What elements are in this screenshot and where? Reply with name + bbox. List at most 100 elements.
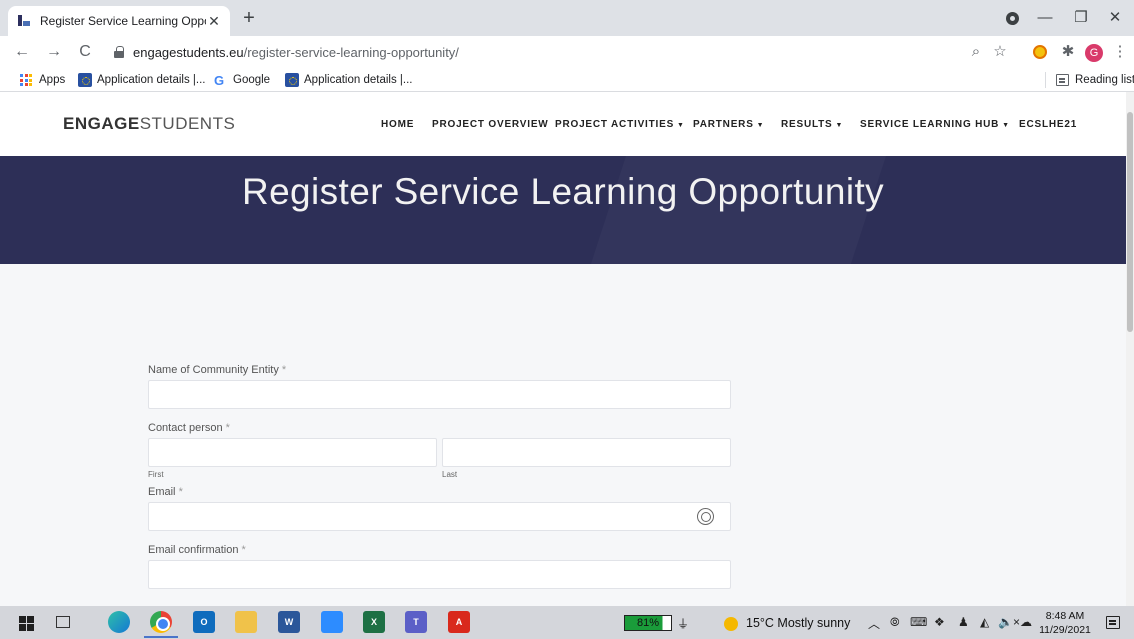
window-close-button[interactable]: ✕ xyxy=(1100,6,1130,30)
extensions-puzzle-icon[interactable]: ✱ xyxy=(1056,40,1080,64)
eu-flag-icon xyxy=(285,73,299,87)
task-view-icon[interactable] xyxy=(56,616,70,628)
wifi-icon[interactable]: ◭ xyxy=(980,615,989,629)
bookmark-label: Application details |... xyxy=(304,74,413,86)
bookmark-label: Application details |... xyxy=(97,74,206,86)
dropdown-caret-icon: ▼ xyxy=(835,122,844,129)
required-asterisk: * xyxy=(225,422,230,434)
bookmark-apps-label: Apps xyxy=(39,74,66,86)
browser-toolbar: ← → C engagestudents.eu/register-service… xyxy=(0,36,1134,68)
page-scrollbar[interactable] xyxy=(1126,92,1134,606)
nav-label: HOME xyxy=(381,119,415,130)
tab-close-icon[interactable]: ✕ xyxy=(206,13,222,30)
acrobat-reader-icon[interactable]: A xyxy=(448,611,470,633)
weather-sun-icon[interactable] xyxy=(724,617,738,631)
entity-name-label: Name of Community Entity * xyxy=(148,364,287,376)
lock-icon xyxy=(114,46,124,58)
nav-project-activities[interactable]: PROJECT ACTIVITIES ▼ xyxy=(555,119,685,130)
chrome-browser-icon[interactable] xyxy=(150,611,172,633)
tray-app-icon[interactable]: ⦾ xyxy=(890,615,900,630)
profile-avatar[interactable]: G xyxy=(1082,40,1106,64)
windows-taskbar: O W X T A 81% ⏚ 15°C Mostly sunny ︿ ⦾ ⌨ … xyxy=(0,606,1134,639)
weather-text[interactable]: 15°C Mostly sunny xyxy=(746,616,850,630)
contact-person-label: Contact person * xyxy=(148,422,230,434)
first-name-sublabel: First xyxy=(148,470,164,479)
google-icon: G xyxy=(214,72,225,88)
site-header: ENGAGESTUDENTS HOME PROJECT OVERVIEW PRO… xyxy=(0,92,1126,156)
nav-home[interactable]: HOME xyxy=(381,119,414,130)
password-manager-icon[interactable] xyxy=(697,508,714,525)
dropbox-icon[interactable]: ❖ xyxy=(934,615,945,629)
bookmark-google[interactable]: G Google xyxy=(214,71,270,89)
url-path: /register-service-learning-opportunity/ xyxy=(243,44,459,60)
site-logo[interactable]: ENGAGESTUDENTS xyxy=(63,114,235,134)
browser-tab-strip: Register Service Learning Opport ✕ + — ❐… xyxy=(0,0,1134,36)
site-favicon-icon xyxy=(16,13,32,29)
scrollbar-thumb[interactable] xyxy=(1127,112,1133,332)
teams-icon[interactable]: T xyxy=(405,611,427,633)
dropdown-caret-icon: ▼ xyxy=(1002,122,1010,129)
tray-keyboard-icon[interactable]: ⌨ xyxy=(910,615,927,629)
required-asterisk: * xyxy=(281,364,287,376)
nav-ecslhe21[interactable]: ECSLHE21 xyxy=(1019,119,1077,130)
forward-arrow-icon[interactable]: → xyxy=(42,40,66,64)
tray-expand-icon[interactable]: ︿ xyxy=(868,615,880,632)
browser-tab[interactable]: Register Service Learning Opport ✕ xyxy=(8,6,230,36)
bookmark-application-details-1[interactable]: Application details |... xyxy=(78,71,205,89)
entity-name-input[interactable] xyxy=(148,380,731,409)
required-asterisk: * xyxy=(241,544,246,556)
dropdown-caret-icon: ▼ xyxy=(756,122,765,129)
battery-indicator[interactable]: 81% xyxy=(624,615,672,631)
zoom-app-icon[interactable] xyxy=(321,611,343,633)
media-control-icon[interactable] xyxy=(1006,12,1019,25)
onedrive-cloud-icon[interactable]: ☁ xyxy=(1020,615,1032,629)
page-hero-banner: Register Service Learning Opportunity xyxy=(0,156,1126,264)
nav-results[interactable]: RESULTS ▼ xyxy=(781,119,843,130)
power-plug-icon: ⏚ xyxy=(677,617,690,631)
nav-label: PARTNERS xyxy=(693,119,754,130)
edge-browser-icon[interactable] xyxy=(108,611,130,633)
avatar-letter: G xyxy=(1085,44,1103,62)
address-bar[interactable]: engagestudents.eu/register-service-learn… xyxy=(104,39,1004,65)
url-host: engagestudents.eu xyxy=(133,44,244,60)
tray-people-icon[interactable]: ♟ xyxy=(958,615,969,629)
battery-percent: 81% xyxy=(636,617,660,629)
window-minimize-button[interactable]: — xyxy=(1030,6,1060,30)
nav-label: RESULTS xyxy=(781,119,833,130)
required-asterisk: * xyxy=(178,486,183,498)
word-icon[interactable]: W xyxy=(278,611,300,633)
browser-menu-icon[interactable]: ⋮ xyxy=(1108,40,1132,64)
file-explorer-icon[interactable] xyxy=(235,611,257,633)
bookmarks-divider xyxy=(1045,72,1046,88)
web-page: ENGAGESTUDENTS HOME PROJECT OVERVIEW PRO… xyxy=(0,92,1126,606)
reload-icon[interactable]: C xyxy=(73,40,97,64)
bookmark-apps[interactable]: Apps xyxy=(20,71,65,89)
contact-first-name-input[interactable] xyxy=(148,438,437,467)
volume-muted-icon[interactable]: 🔈× xyxy=(998,615,1020,629)
nav-partners[interactable]: PARTNERS ▼ xyxy=(693,119,764,130)
window-restore-button[interactable]: ❐ xyxy=(1066,6,1096,30)
extension-icon[interactable] xyxy=(1028,40,1052,64)
email-confirmation-label: Email confirmation * xyxy=(148,544,246,556)
bookmark-star-icon[interactable]: ☆ xyxy=(988,40,1012,64)
dropdown-caret-icon: ▼ xyxy=(677,122,685,129)
contact-last-name-input[interactable] xyxy=(442,438,731,467)
url-text: engagestudents.eu/register-service-learn… xyxy=(133,45,459,60)
outlook-icon[interactable]: O xyxy=(193,611,215,633)
nav-project-overview[interactable]: PROJECT OVERVIEW xyxy=(432,119,549,130)
windows-start-icon[interactable] xyxy=(19,616,34,631)
zoom-icon[interactable]: ⌕ xyxy=(964,40,988,64)
email-input[interactable] xyxy=(148,502,731,531)
email-confirmation-input[interactable] xyxy=(148,560,731,589)
new-tab-button[interactable]: + xyxy=(238,8,260,28)
nav-service-learning-hub[interactable]: SERVICE LEARNING HUB ▼ xyxy=(860,119,1010,130)
notifications-icon[interactable] xyxy=(1106,616,1120,629)
system-clock[interactable]: 8:48 AM 11/29/2021 xyxy=(1036,609,1094,637)
excel-icon[interactable]: X xyxy=(363,611,385,633)
bookmark-application-details-2[interactable]: Application details |... xyxy=(285,71,412,89)
reading-list-icon xyxy=(1056,74,1069,86)
reading-list-button[interactable]: Reading list xyxy=(1056,71,1134,89)
last-name-sublabel: Last xyxy=(442,470,458,479)
eu-flag-icon xyxy=(78,73,92,87)
back-arrow-icon[interactable]: ← xyxy=(10,40,34,64)
